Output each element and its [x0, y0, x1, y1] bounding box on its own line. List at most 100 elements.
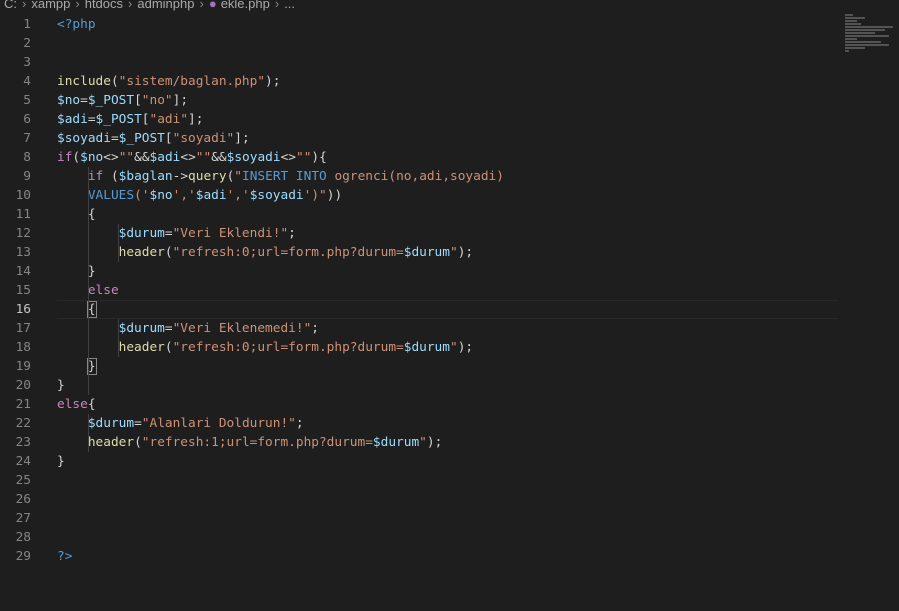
code-line[interactable]: 22 $durum="Alanlari Doldurun!";	[0, 414, 899, 433]
code-line[interactable]: 21 else{	[0, 395, 899, 414]
token-op: );	[426, 435, 443, 450]
breadcrumb-item[interactable]: htdocs	[85, 0, 123, 11]
line-content: else{	[57, 395, 96, 414]
code-line[interactable]: 11 {	[0, 205, 899, 224]
token-op: (	[164, 245, 173, 260]
indent-guide	[88, 167, 89, 395]
token-str: "refresh:0;url=form.php?durum=	[172, 245, 404, 260]
token-var: $adi	[195, 188, 227, 203]
token-str: "adi"	[149, 112, 189, 127]
token-tag: <?php	[57, 17, 96, 32]
line-content: header("refresh:0;url=form.php?durum=$du…	[57, 338, 473, 357]
chevron-right-icon: ›	[274, 0, 280, 11]
line-content: $durum="Veri Eklenemedi!";	[57, 319, 319, 338]
code-line[interactable]: 1 <?php	[0, 15, 899, 34]
line-content: }	[57, 357, 97, 376]
line-content: $soyadi=$_POST["soyadi"];	[57, 129, 250, 148]
token-kw: else	[87, 283, 119, 298]
line-content: $durum="Alanlari Doldurun!";	[57, 414, 304, 433]
code-line[interactable]: 25	[0, 471, 899, 490]
minimap[interactable]	[845, 14, 899, 74]
line-number: 10	[15, 188, 31, 203]
line-number: 14	[15, 264, 31, 279]
line-number: 24	[15, 454, 31, 469]
token-str: "refresh:0;url=form.php?durum=	[172, 340, 404, 355]
code-line[interactable]: 9 if ($baglan->query("INSERT INTO ogrenc…	[0, 167, 899, 186]
token-str: "	[419, 435, 427, 450]
code-line[interactable]: 5 $no=$_POST["no"];	[0, 91, 899, 110]
token-op: (	[110, 74, 119, 89]
line-number: 13	[15, 245, 31, 260]
breadcrumb-item[interactable]: ekle.php	[221, 0, 270, 11]
code-line[interactable]: 12 $durum="Veri Eklendi!";	[0, 224, 899, 243]
code-line[interactable]: 10 VALUES('$no','$adi','$soyadi')"))	[0, 186, 899, 205]
code-editor[interactable]: 1 <?php 2 3 4 include("sistem/baglan.php"); 5 $…	[0, 15, 899, 566]
line-number: 3	[23, 55, 31, 70]
line-number: 2	[23, 36, 31, 51]
token-op	[57, 188, 88, 203]
token-op: {	[87, 397, 96, 412]
token-op: &&	[134, 150, 150, 165]
code-line[interactable]: 7 $soyadi=$_POST["soyadi"];	[0, 129, 899, 148]
code-line[interactable]: 16 {	[0, 300, 899, 319]
line-number: 22	[15, 416, 31, 431]
token-var: $_POST	[118, 131, 165, 146]
token-op: ];	[234, 131, 250, 146]
line-content: include("sistem/baglan.php");	[57, 72, 280, 91]
token-op: (	[103, 169, 119, 184]
breadcrumb-item[interactable]: adminphp	[137, 0, 194, 11]
token-op: {	[57, 207, 96, 222]
breadcrumb-item[interactable]: ...	[284, 0, 295, 11]
code-line[interactable]: 13 header("refresh:0;url=form.php?durum=…	[0, 243, 899, 262]
token-op: }	[57, 378, 65, 393]
code-line[interactable]: 4 include("sistem/baglan.php");	[0, 72, 899, 91]
code-line[interactable]: 23 header("refresh:1;url=form.php?durum=…	[0, 433, 899, 452]
line-number: 20	[15, 378, 31, 393]
line-content: }	[57, 376, 65, 395]
token-str: ','	[172, 188, 196, 203]
line-number: 5	[23, 93, 31, 108]
code-line[interactable]: 19 }	[0, 357, 899, 376]
code-line[interactable]: 6 $adi=$_POST["adi"];	[0, 110, 899, 129]
token-op: <>	[280, 150, 296, 165]
code-line[interactable]: 26	[0, 490, 899, 509]
token-fn: header	[118, 340, 165, 355]
line-number: 9	[23, 169, 31, 184]
token-str: "no"	[141, 93, 173, 108]
chevron-right-icon: ›	[199, 0, 204, 11]
code-line[interactable]: 2	[0, 34, 899, 53]
code-line[interactable]: 29 ?>	[0, 547, 899, 566]
line-number: 16	[15, 302, 31, 317]
token-var: $no	[80, 150, 104, 165]
token-op: &&	[211, 150, 227, 165]
code-line[interactable]: 20}	[0, 376, 899, 395]
line-number: 21	[15, 397, 31, 412]
code-line[interactable]: 18 header("refresh:0;url=form.php?durum=…	[0, 338, 899, 357]
code-line[interactable]: 15 else	[0, 281, 899, 300]
code-line[interactable]: 27	[0, 509, 899, 528]
line-content: header("refresh:0;url=form.php?durum=$du…	[57, 243, 473, 262]
token-op: =	[134, 416, 142, 431]
line-number: 29	[15, 549, 31, 564]
code-line[interactable]: 14 }	[0, 262, 899, 281]
line-content: <?php	[57, 15, 96, 34]
token-str: ""	[195, 150, 212, 165]
code-line[interactable]: 28	[0, 528, 899, 547]
token-op: ;	[288, 226, 296, 241]
code-line[interactable]: 8 if($no<>""&&$adi<>""&&$soyadi<>""){	[0, 148, 899, 167]
line-content: VALUES('$no','$adi','$soyadi')"))	[57, 186, 342, 205]
breadcrumb: C: › xampp › htdocs › adminphp › ● ekle.php ›...	[4, 0, 295, 10]
token-str: "refresh:1;url=form.php?durum=	[141, 435, 373, 450]
token-var: $soyadi	[57, 131, 111, 146]
code-line[interactable]: 3	[0, 53, 899, 72]
breadcrumb-item[interactable]: xampp	[31, 0, 70, 11]
code-line[interactable]: 17 $durum="Veri Eklenemedi!";	[0, 319, 899, 338]
token-op: (	[164, 340, 173, 355]
breadcrumb-item[interactable]: C:	[4, 0, 17, 11]
token-op: <>	[103, 150, 119, 165]
token-str: "	[449, 340, 458, 355]
line-content: $no=$_POST["no"];	[57, 91, 188, 110]
line-content: }	[57, 262, 96, 281]
token-fn: header	[118, 245, 165, 260]
code-line[interactable]: 24}	[0, 452, 899, 471]
